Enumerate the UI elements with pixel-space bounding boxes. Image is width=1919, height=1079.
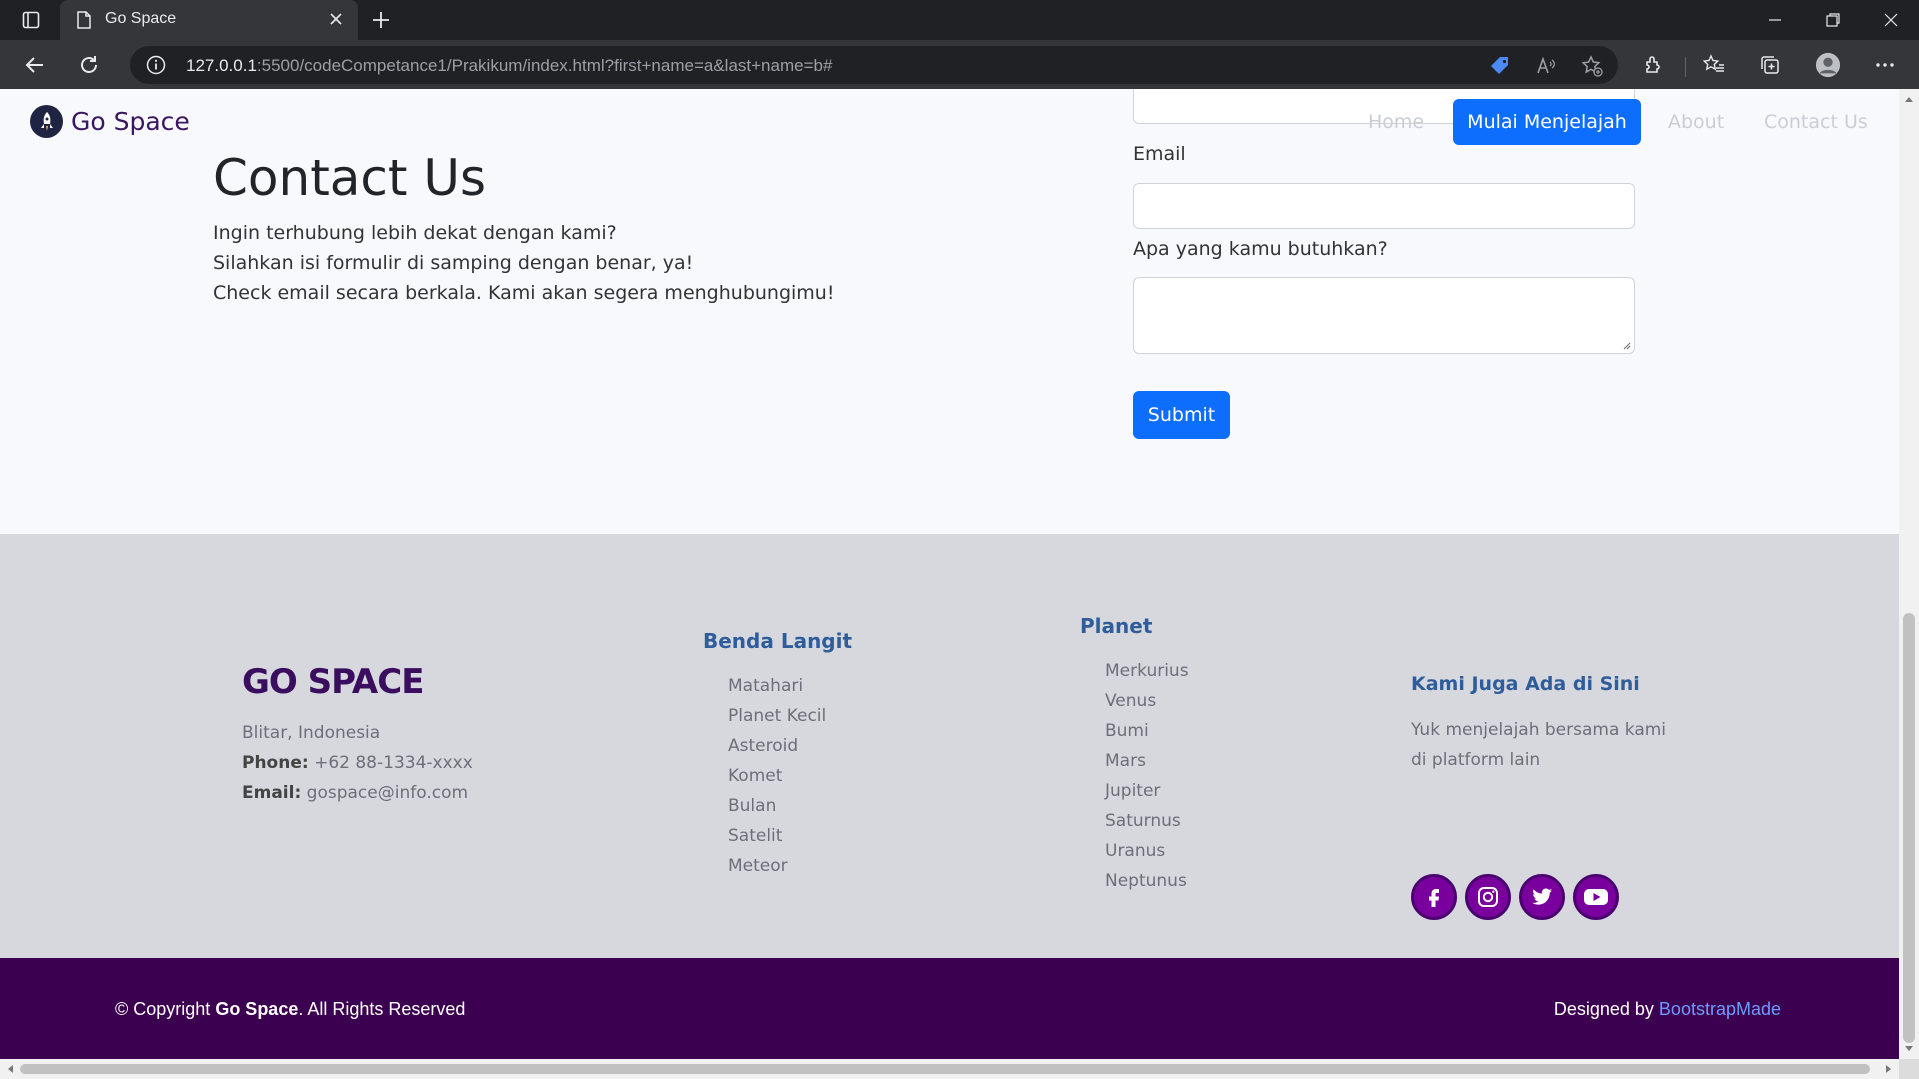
credits-text: Designed by BootstrapMade (1553, 999, 1781, 1019)
explore-button[interactable]: Mulai Menjelajah (1453, 99, 1641, 145)
planet-link[interactable]: Mars (1105, 751, 1146, 771)
planet-link[interactable]: Venus (1105, 691, 1156, 711)
email-field[interactable] (1133, 183, 1635, 229)
horizontal-scroll-thumb[interactable] (20, 1064, 1870, 1074)
page-viewport: Go Space Home About Contact Us Mulai Men… (0, 89, 1899, 1059)
facebook-icon[interactable] (1411, 874, 1457, 920)
footer-location: Blitar, Indonesia (242, 723, 381, 743)
back-arrow-icon[interactable] (20, 50, 50, 80)
more-menu-icon[interactable] (1872, 52, 1898, 78)
copyright-text: © Copyright Go Space. All Rights Reserve… (115, 999, 466, 1019)
page-title: Contact Us (213, 149, 487, 207)
resize-handle-icon[interactable] (1622, 341, 1631, 350)
scroll-right-arrow-icon[interactable] (1885, 1064, 1893, 1074)
footer-bottom: © Copyright Go Space. All Rights Reserve… (0, 958, 1899, 1059)
email-label: Email (1133, 143, 1186, 165)
profile-avatar-icon[interactable] (1815, 52, 1841, 78)
designer-link[interactable]: BootstrapMade (1659, 999, 1781, 1019)
collections-icon[interactable] (1757, 52, 1783, 78)
brand-name: Go Space (71, 107, 190, 136)
favorites-icon[interactable] (1701, 52, 1727, 78)
footer-email: Email: gospace@info.com (242, 783, 469, 803)
contact-line-1: Ingin terhubung lebih dekat dengan kami? (213, 222, 617, 244)
toolbar-divider (1685, 57, 1686, 77)
vertical-scroll-thumb[interactable] (1903, 613, 1915, 1043)
social-text-1: Yuk menjelajah bersama kami (1411, 720, 1667, 740)
read-aloud-icon[interactable] (1534, 54, 1558, 78)
twitter-icon[interactable] (1519, 874, 1565, 920)
coupon-tag-icon[interactable] (1488, 54, 1512, 78)
benda-link[interactable]: Planet Kecil (728, 706, 826, 726)
page-icon (76, 11, 92, 33)
horizontal-scrollbar[interactable] (0, 1059, 1899, 1079)
scroll-down-arrow-icon[interactable] (1904, 1045, 1914, 1053)
footer: GO SPACE Blitar, Indonesia Phone: +62 88… (0, 534, 1899, 958)
nav-link-about[interactable]: About (1668, 111, 1724, 133)
planet-link[interactable]: Bumi (1105, 721, 1149, 741)
youtube-icon[interactable] (1573, 874, 1619, 920)
extensions-icon[interactable] (1641, 52, 1667, 78)
benda-link[interactable]: Meteor (728, 856, 788, 876)
address-bar[interactable]: 127.0.0.1:5500/codeCompetance1/Prakikum/… (130, 46, 1618, 84)
tab-actions-icon[interactable] (14, 8, 48, 32)
rocket-logo-icon (30, 105, 63, 138)
nav-link-contact[interactable]: Contact Us (1764, 111, 1868, 133)
planet-link[interactable]: Neptunus (1105, 871, 1187, 891)
social-heading: Kami Juga Ada di Sini (1411, 673, 1640, 695)
footer-phone: Phone: +62 88-1334-xxxx (242, 753, 473, 773)
vertical-scrollbar[interactable] (1899, 89, 1919, 1059)
tab-title: Go Space (105, 10, 177, 27)
planet-link[interactable]: Jupiter (1105, 781, 1160, 801)
reload-icon[interactable] (74, 50, 104, 80)
nav-link-home[interactable]: Home (1368, 111, 1424, 133)
scrollbar-corner (1899, 1059, 1919, 1079)
new-tab-icon[interactable] (368, 8, 394, 32)
planet-heading: Planet (1080, 614, 1153, 638)
planet-link[interactable]: Merkurius (1105, 661, 1189, 681)
close-tab-icon[interactable] (326, 9, 346, 33)
social-text-2: di platform lain (1411, 750, 1541, 770)
planet-link[interactable]: Saturnus (1105, 811, 1181, 831)
planet-link[interactable]: Uranus (1105, 841, 1165, 861)
benda-link[interactable]: Matahari (728, 676, 803, 696)
instagram-icon[interactable] (1465, 874, 1511, 920)
scroll-left-arrow-icon[interactable] (6, 1064, 14, 1074)
browser-tab-bar: Go Space (0, 0, 1919, 40)
scroll-up-arrow-icon[interactable] (1904, 95, 1914, 103)
site-info-icon[interactable] (146, 55, 166, 79)
benda-langit-heading: Benda Langit (703, 629, 853, 653)
benda-link[interactable]: Komet (728, 766, 782, 786)
close-window-icon[interactable] (1868, 6, 1914, 34)
navbar-brand[interactable]: Go Space (30, 105, 190, 138)
benda-link[interactable]: Asteroid (728, 736, 798, 756)
add-favorite-icon[interactable] (1580, 54, 1604, 78)
contact-line-2: Silahkan isi formulir di samping dengan … (213, 252, 694, 274)
contact-section: Go Space Home About Contact Us Mulai Men… (0, 89, 1899, 534)
message-label: Apa yang kamu butuhkan? (1133, 238, 1388, 260)
submit-button[interactable]: Submit (1133, 391, 1230, 439)
restore-icon[interactable] (1810, 6, 1856, 34)
browser-tab-active[interactable]: Go Space (60, 0, 358, 40)
url-text[interactable]: 127.0.0.1:5500/codeCompetance1/Prakikum/… (186, 56, 832, 76)
benda-link[interactable]: Bulan (728, 796, 776, 816)
footer-brand: GO SPACE (242, 662, 424, 702)
benda-link[interactable]: Satelit (728, 826, 782, 846)
message-textarea[interactable] (1133, 277, 1635, 354)
browser-toolbar: 127.0.0.1:5500/codeCompetance1/Prakikum/… (0, 40, 1919, 89)
contact-line-3: Check email secara berkala. Kami akan se… (213, 282, 835, 304)
minimize-icon[interactable] (1752, 6, 1798, 34)
